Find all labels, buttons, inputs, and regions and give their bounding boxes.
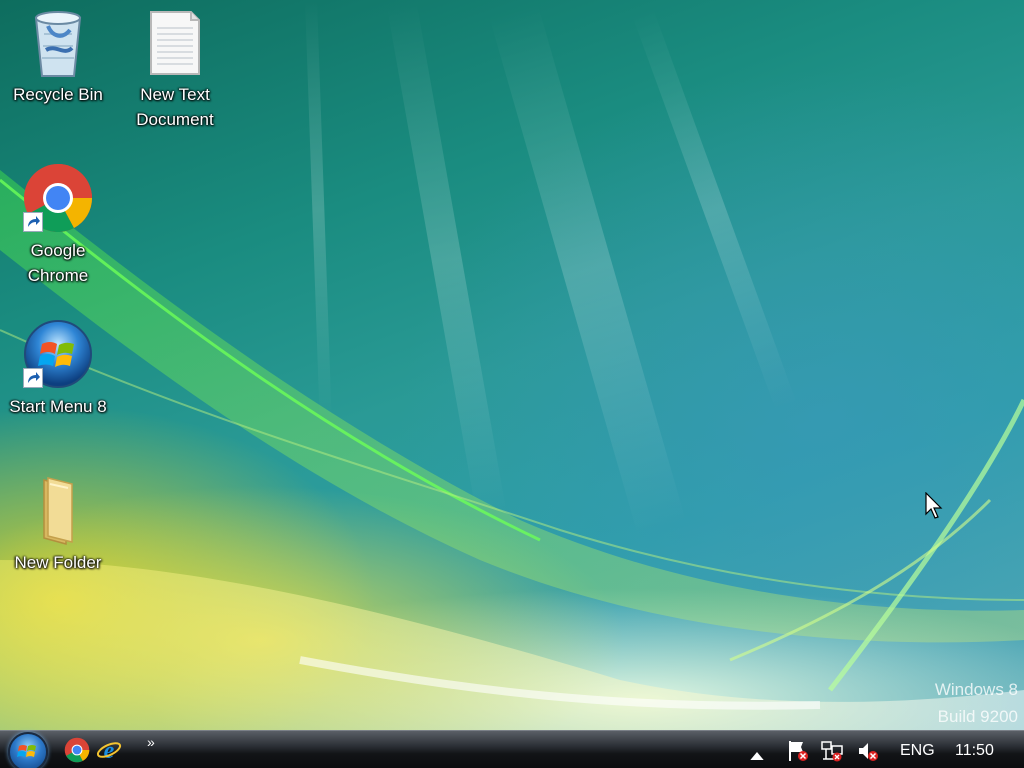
taskbar-clock[interactable]: 11:50 [955, 742, 994, 760]
new-folder[interactable]: New Folder [3, 474, 113, 575]
new-folder-label: New Folder [14, 553, 102, 572]
start-button[interactable] [8, 732, 48, 768]
new-text-document-label: New Text Document [136, 85, 214, 129]
google-chrome-shortcut[interactable]: Google Chrome [3, 162, 113, 288]
start-menu-8-label: Start Menu 8 [9, 397, 107, 416]
chrome-icon [64, 737, 90, 763]
taskbar: e » ENG 11:50 [0, 730, 1024, 768]
network-disconnected-icon[interactable] [820, 739, 844, 763]
internet-explorer-icon: e [96, 738, 122, 764]
google-chrome-label: Google Chrome [27, 241, 89, 285]
start-menu-8-shortcut[interactable]: Start Menu 8 [3, 318, 113, 419]
shortcut-arrow-icon [23, 368, 43, 388]
watermark-line-2: Build 9200 [937, 707, 1018, 726]
recycle-bin-label: Recycle Bin [13, 85, 103, 104]
watermark-line-1: Windows 8 [934, 680, 1018, 699]
svg-text:e: e [104, 738, 115, 763]
volume-muted-icon[interactable] [856, 739, 880, 763]
desktop[interactable]: Recycle Bin New Text Document Google Chr… [0, 0, 1024, 730]
quicklaunch-overflow-chevron[interactable]: » [147, 734, 155, 750]
recycle-bin-icon [22, 6, 94, 78]
text-document-icon [139, 6, 211, 78]
action-center-flag-icon[interactable] [786, 739, 810, 763]
folder-icon [22, 474, 94, 546]
windows-orb-icon [22, 318, 94, 390]
show-hidden-icons-arrow-icon[interactable] [745, 744, 769, 768]
recycle-bin-shortcut[interactable]: Recycle Bin [3, 6, 113, 107]
shortcut-arrow-icon [23, 212, 43, 232]
quicklaunch-internet-explorer[interactable]: e [96, 737, 122, 764]
chrome-icon [22, 162, 94, 234]
windows-build-watermark: Windows 8 Build 9200 [935, 676, 1018, 730]
quicklaunch-chrome[interactable] [64, 737, 90, 763]
mouse-cursor-icon [925, 492, 943, 519]
new-text-document-file[interactable]: New Text Document [120, 6, 230, 132]
input-language-indicator[interactable]: ENG [900, 742, 935, 760]
windows-logo-icon [17, 745, 36, 757]
